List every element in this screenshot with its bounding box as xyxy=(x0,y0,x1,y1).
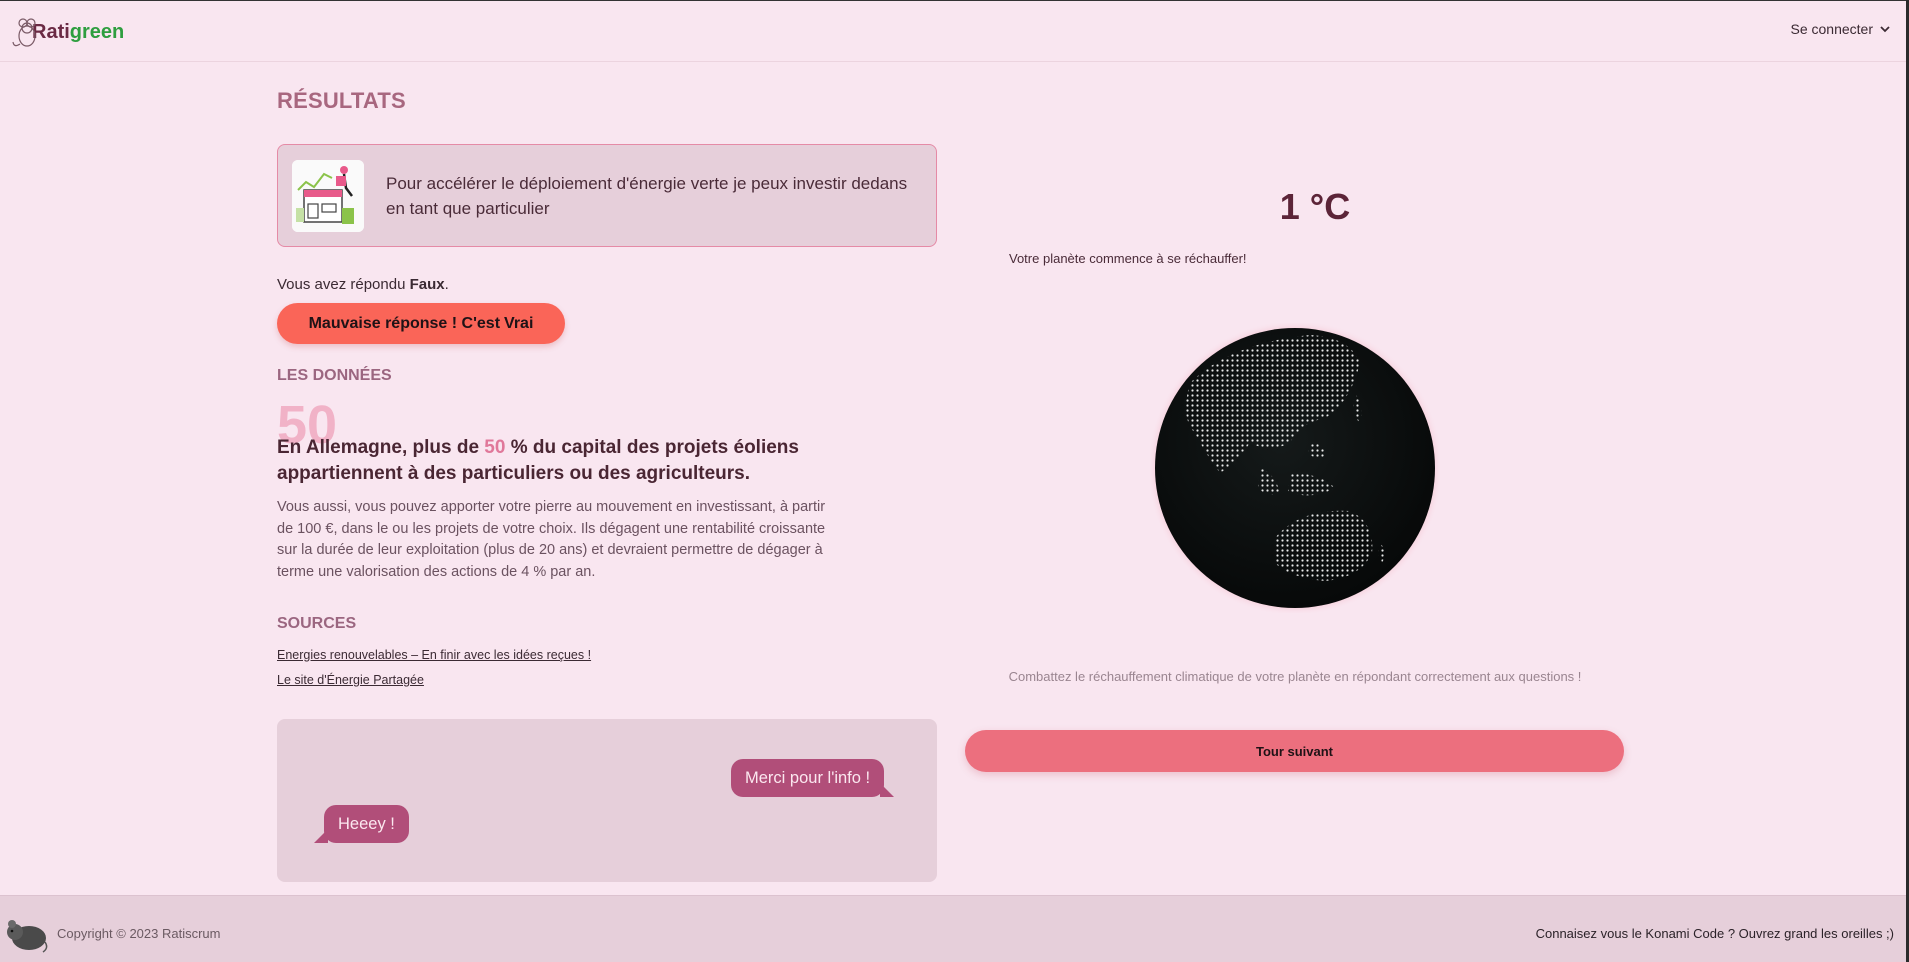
fact-number: 50 xyxy=(484,437,506,458)
wrong-answer-badge: Mauvaise réponse ! C'est Vrai xyxy=(277,303,565,344)
question-text: Pour accélérer le déploiement d'énergie … xyxy=(386,174,908,218)
combat-instructions: Combattez le réchauffement climatique de… xyxy=(1008,669,1582,684)
answer-prefix: Vous avez répondu xyxy=(277,276,406,293)
data-section-title: LES DONNÉES xyxy=(277,367,392,384)
user-answer-text: Vous avez répondu Faux. xyxy=(277,276,449,293)
temperature-display: 1 °C xyxy=(1279,186,1351,227)
fact-description: Vous aussi, vous pouvez apporter votre p… xyxy=(277,499,826,580)
page-title: RÉSULTATS xyxy=(277,88,406,113)
footer: Copyright © 2023 Ratiscrum Connaisez vou… xyxy=(0,895,1906,962)
market-illustration xyxy=(292,160,364,232)
konami-hint: Connaisez vous le Konami Code ? Ouvrez g… xyxy=(1535,926,1894,941)
planet-status-message: Votre planète commence à se réchauffer! xyxy=(1009,251,1247,266)
wrong-answer-label: Mauvaise réponse ! C'est xyxy=(308,314,501,332)
rat-photo-icon xyxy=(7,920,48,953)
question-card: Pour accélérer le déploiement d'énergie … xyxy=(277,144,937,247)
copyright-text: Copyright © 2023 Ratiscrum xyxy=(57,926,221,941)
source-link-idees-recues[interactable]: Energies renouvelables – En finir avec l… xyxy=(277,648,591,662)
brand-logo[interactable]: Ratigreen xyxy=(12,13,124,51)
fact-before: En Allemagne, plus de xyxy=(277,437,480,458)
planet-globe xyxy=(1147,320,1443,616)
answer-suffix: . xyxy=(444,276,449,293)
globe-icon xyxy=(1147,320,1443,616)
brand-name-green: green xyxy=(69,20,125,43)
top-navbar: Ratigreen Se connecter xyxy=(0,1,1909,62)
correct-answer: Vrai xyxy=(504,314,534,332)
sources-title: SOURCES xyxy=(277,615,357,632)
login-dropdown[interactable]: Se connecter xyxy=(1791,21,1892,37)
shop-growth-icon xyxy=(292,160,364,232)
chevron-down-icon xyxy=(1880,26,1890,33)
key-fact: En Allemagne, plus de 50 % du capital de… xyxy=(277,435,837,487)
chat-bubble-received: Heeey ! xyxy=(314,805,409,843)
login-label: Se connecter xyxy=(1790,21,1874,37)
next-round-button[interactable]: Tour suivant xyxy=(965,730,1624,772)
chat-box: Merci pour l'info ! Heeey ! xyxy=(277,719,937,882)
brand-name: Ratigreen xyxy=(32,21,124,44)
rat-logo-icon xyxy=(12,18,36,47)
source-link-energie-partagee[interactable]: Le site d'Énergie Partagée xyxy=(277,673,424,687)
answer-given: Faux xyxy=(409,276,445,293)
chat-bubble-sent: Merci pour l'info ! xyxy=(731,759,895,797)
